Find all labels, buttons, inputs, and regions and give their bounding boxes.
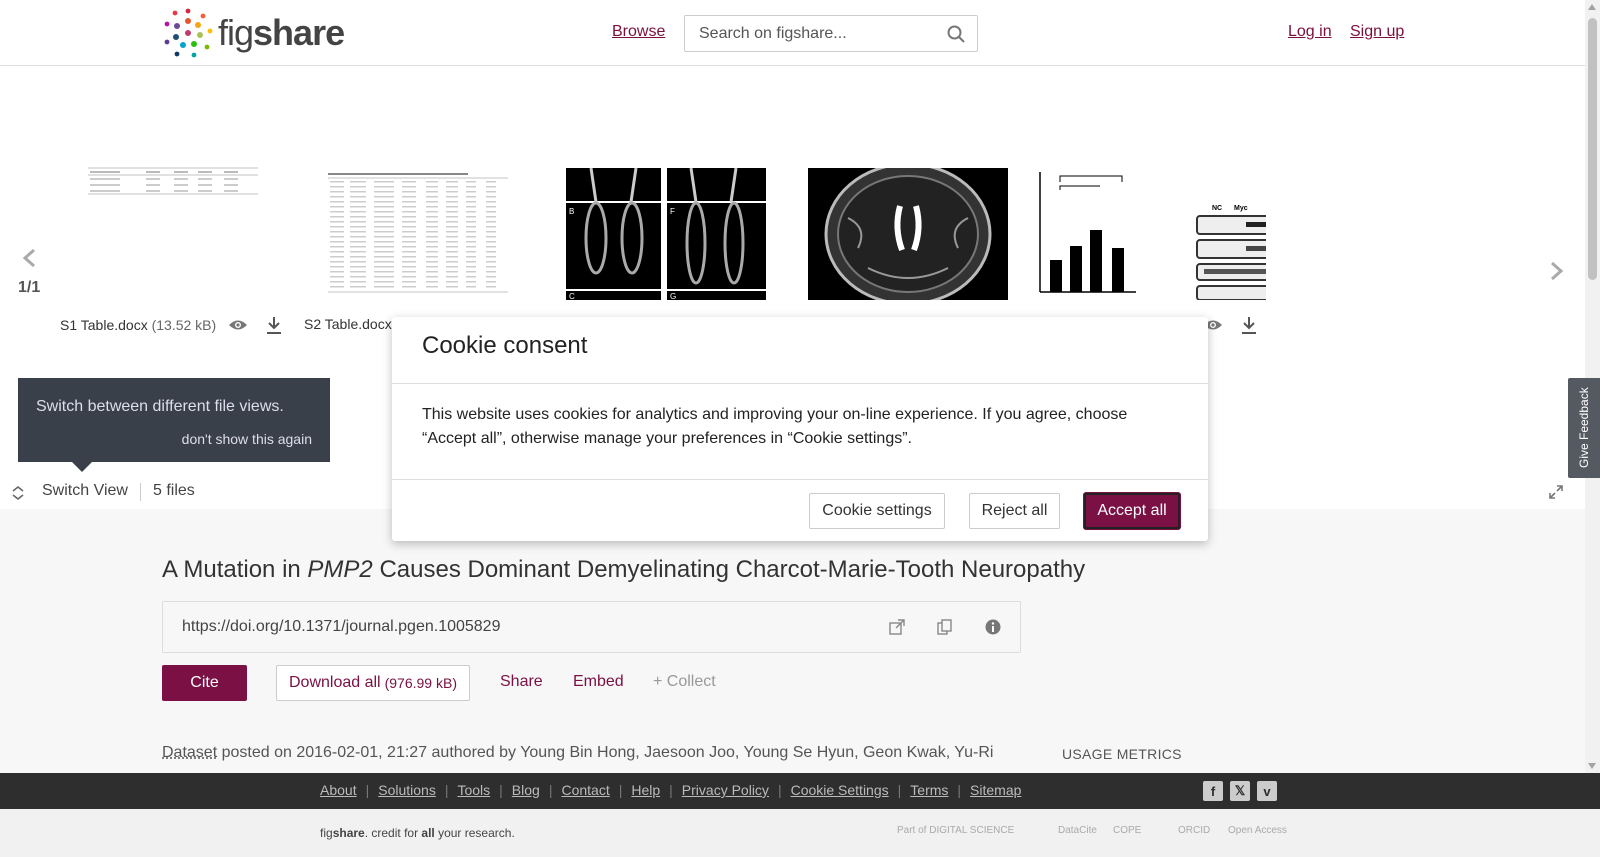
posted-authors: posted on 2016-02-01, 21:27 authored by … <box>217 744 994 761</box>
vimeo-icon[interactable]: v <box>1257 781 1277 801</box>
footer-bottom: figshare. credit for all your research. … <box>0 809 1600 857</box>
reject-all-button[interactable]: Reject all <box>969 493 1060 529</box>
share-link[interactable]: Share <box>500 673 543 691</box>
page-title: A Mutation in PMP2 Causes Dominant Demye… <box>162 556 1086 583</box>
svg-text:F: F <box>670 207 675 216</box>
copy-icon[interactable] <box>937 619 953 640</box>
footer-link-privacy[interactable]: Privacy Policy <box>682 782 769 798</box>
footer-link-contact[interactable]: Contact <box>561 782 609 798</box>
doi-link[interactable]: https://doi.org/10.1371/journal.pgen.100… <box>182 618 500 636</box>
file-thumbnail-s2-table[interactable] <box>326 172 510 296</box>
cookie-settings-button[interactable]: Cookie settings <box>809 493 945 529</box>
digital-science-logo[interactable]: Part of DIGITAL SCIENCE <box>897 825 1014 836</box>
search-box[interactable] <box>684 15 978 52</box>
files-count: 5 files <box>153 482 195 499</box>
tooltip-pointer <box>72 462 92 472</box>
footer-link-help[interactable]: Help <box>631 782 660 798</box>
file-label-s2: S2 Table.docx <box>304 316 392 332</box>
figshare-wordmark: figshare <box>218 12 345 53</box>
download-all-size: (976.99 kB) <box>384 675 457 691</box>
accept-all-button[interactable]: Accept all <box>1084 493 1180 529</box>
footer-link-blog[interactable]: Blog <box>512 782 540 798</box>
info-icon[interactable] <box>985 619 1001 640</box>
orcid-logo[interactable]: ORCID <box>1178 825 1210 836</box>
x-icon[interactable]: 𝕏 <box>1230 781 1250 801</box>
file-thumbnail-western-blot[interactable]: NC Myc <box>1194 200 1266 300</box>
svg-text:C: C <box>569 292 575 300</box>
carousel-next-icon[interactable] <box>1547 261 1565 286</box>
page-indicator: 1/1 <box>18 279 41 296</box>
svg-text:G: G <box>670 292 676 300</box>
svg-text:Myc: Myc <box>1234 205 1248 212</box>
footer-link-tools[interactable]: Tools <box>457 782 490 798</box>
carousel-prev-icon[interactable] <box>21 248 39 273</box>
download-icon[interactable] <box>266 316 282 334</box>
file-name[interactable]: S1 Table.docx <box>60 317 148 333</box>
collect-link[interactable]: + Collect <box>653 673 716 691</box>
modal-divider <box>392 383 1208 384</box>
file-name[interactable]: S2 Table.docx <box>304 316 392 332</box>
datacite-logo[interactable]: DataCite <box>1058 825 1097 836</box>
site-header: figshare Browse Log in Sign up <box>0 0 1585 66</box>
file-thumbnail-mri-legs[interactable]: B F C G <box>566 168 766 300</box>
footer-link-solutions[interactable]: Solutions <box>378 782 436 798</box>
signup-link[interactable]: Sign up <box>1350 23 1404 41</box>
footer-links: About | Solutions | Tools | Blog | Contact | … <box>320 782 1022 798</box>
preview-eye-icon[interactable] <box>228 318 248 332</box>
item-type-link[interactable]: Dataset <box>162 744 217 761</box>
give-feedback-tab[interactable]: Give Feedback <box>1568 378 1600 478</box>
footer-link-sitemap[interactable]: Sitemap <box>970 782 1021 798</box>
file-size: (13.52 kB) <box>151 317 217 333</box>
posted-meta: Dataset posted on 2016-02-01, 21:27 auth… <box>162 744 993 762</box>
modal-title: Cookie consent <box>422 332 588 359</box>
facebook-icon[interactable]: f <box>1203 781 1223 801</box>
file-thumbnail-bar-chart[interactable] <box>1038 172 1138 296</box>
search-icon[interactable] <box>947 25 965 48</box>
switch-view-tooltip: Switch between different file views. don… <box>18 378 330 472</box>
footer-nav: About | Solutions | Tools | Blog | Contact | … <box>0 773 1600 809</box>
browse-link[interactable]: Browse <box>612 23 665 41</box>
figshare-logo-icon <box>164 8 213 58</box>
modal-body-text: This website uses cookies for analytics … <box>422 406 1128 447</box>
external-link-icon[interactable] <box>889 619 905 640</box>
download-all-button[interactable]: Download all (976.99 kB) <box>276 665 470 701</box>
file-thumbnail-mri-brain[interactable] <box>808 168 1008 300</box>
divider <box>140 483 141 501</box>
fullscreen-expand-icon[interactable] <box>1548 484 1564 505</box>
file-label-s1: S1 Table.docx (13.52 kB) <box>60 316 282 334</box>
scroll-down-arrow[interactable] <box>1588 763 1596 769</box>
scroll-up-arrow[interactable] <box>1588 4 1596 10</box>
doi-box: https://doi.org/10.1371/journal.pgen.100… <box>162 601 1021 653</box>
footer-link-terms[interactable]: Terms <box>910 782 948 798</box>
switch-view-button[interactable]: Switch View <box>42 482 128 500</box>
login-link[interactable]: Log in <box>1288 23 1332 41</box>
download-all-label: Download all <box>289 674 381 691</box>
give-feedback-label: Give Feedback <box>1577 387 1591 468</box>
tooltip-dismiss-link[interactable]: don't show this again <box>182 431 312 447</box>
footer-link-about[interactable]: About <box>320 782 357 798</box>
open-access-logo[interactable]: Open Access <box>1228 825 1287 836</box>
search-input[interactable] <box>699 24 939 43</box>
footer-link-cookie-settings[interactable]: Cookie Settings <box>791 782 889 798</box>
modal-divider <box>392 479 1208 480</box>
cite-button[interactable]: Cite <box>162 665 247 701</box>
figshare-logo[interactable]: figshare <box>162 7 345 59</box>
cookie-consent-modal: Cookie consent This website uses cookies… <box>392 317 1208 541</box>
scroll-thumb[interactable] <box>1588 18 1597 280</box>
svg-text:NC: NC <box>1212 205 1222 212</box>
usage-metrics-heading: USAGE METRICS <box>1062 746 1182 762</box>
file-thumbnail-s1-table[interactable] <box>86 166 260 196</box>
file-label-last-actions <box>1203 316 1257 334</box>
embed-link[interactable]: Embed <box>573 673 624 691</box>
cope-logo[interactable]: COPE <box>1113 825 1141 836</box>
svg-text:B: B <box>569 207 574 216</box>
download-icon[interactable] <box>1241 316 1257 334</box>
tooltip-text: Switch between different file views. <box>36 398 284 415</box>
footer-tagline: figshare. credit for all your research. <box>320 826 515 840</box>
switch-view-icon[interactable] <box>11 485 25 506</box>
